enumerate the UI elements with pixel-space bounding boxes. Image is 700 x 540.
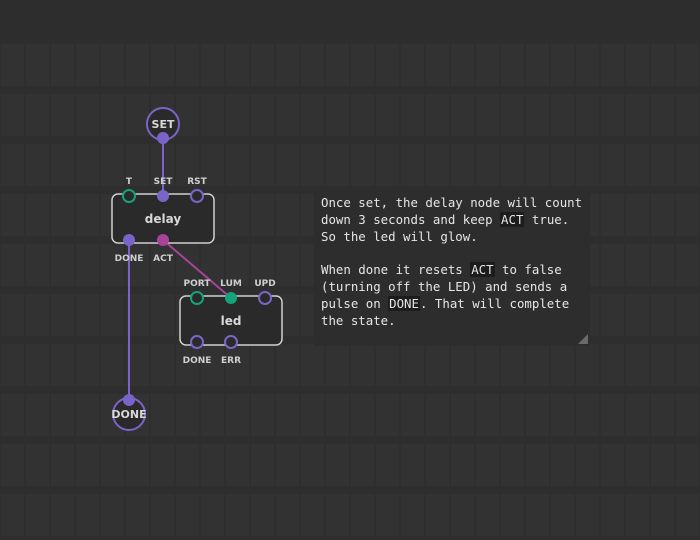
led-pin-lum[interactable] bbox=[225, 292, 237, 304]
comment-code-act: ACT bbox=[500, 212, 525, 227]
delay-pin-label-rst: RST bbox=[187, 177, 207, 187]
delay-pin-label-act: ACT bbox=[153, 254, 174, 264]
set-terminal-label: SET bbox=[152, 118, 175, 131]
delay-pin-set[interactable] bbox=[157, 190, 169, 202]
delay-pin-t[interactable] bbox=[122, 189, 136, 203]
led-pin-label-upd: UPD bbox=[254, 279, 275, 289]
led-pin-upd[interactable] bbox=[258, 291, 272, 305]
led-pin-label-lum: LUM bbox=[220, 279, 242, 289]
led-pin-port[interactable] bbox=[190, 291, 204, 305]
set-terminal-pin[interactable] bbox=[157, 132, 169, 144]
comment-code-act: ACT bbox=[470, 262, 495, 277]
comment-resize-handle[interactable] bbox=[578, 334, 588, 344]
led-pin-label-done: DONE bbox=[183, 356, 212, 366]
grid-top-band bbox=[0, 0, 700, 40]
delay-pin-label-set: SET bbox=[154, 177, 174, 187]
delay-pin-label-done: DONE bbox=[115, 254, 144, 264]
led-pin-err[interactable] bbox=[224, 335, 238, 349]
comment-paragraph-1: Once set, the delay node will count down… bbox=[321, 194, 583, 245]
done-terminal-label: DONE bbox=[111, 408, 146, 421]
led-pin-label-err: ERR bbox=[221, 356, 241, 366]
delay-pin-act[interactable] bbox=[157, 234, 169, 246]
led-pin-label-port: PORT bbox=[184, 279, 212, 289]
delay-pin-rst[interactable] bbox=[190, 189, 204, 203]
delay-pin-done[interactable] bbox=[123, 234, 135, 246]
led-pin-done[interactable] bbox=[190, 335, 204, 349]
comment-code-done: DONE bbox=[388, 296, 420, 311]
led-node-title: led bbox=[221, 314, 242, 328]
delay-node-title: delay bbox=[145, 212, 182, 226]
delay-pin-label-t: T bbox=[126, 177, 133, 187]
done-terminal-pin[interactable] bbox=[123, 394, 135, 406]
comment-box[interactable]: Once set, the delay node will count down… bbox=[314, 190, 590, 346]
comment-text: When done it resets bbox=[321, 262, 471, 277]
comment-paragraph-2: When done it resets ACT to false (turnin… bbox=[321, 261, 583, 329]
